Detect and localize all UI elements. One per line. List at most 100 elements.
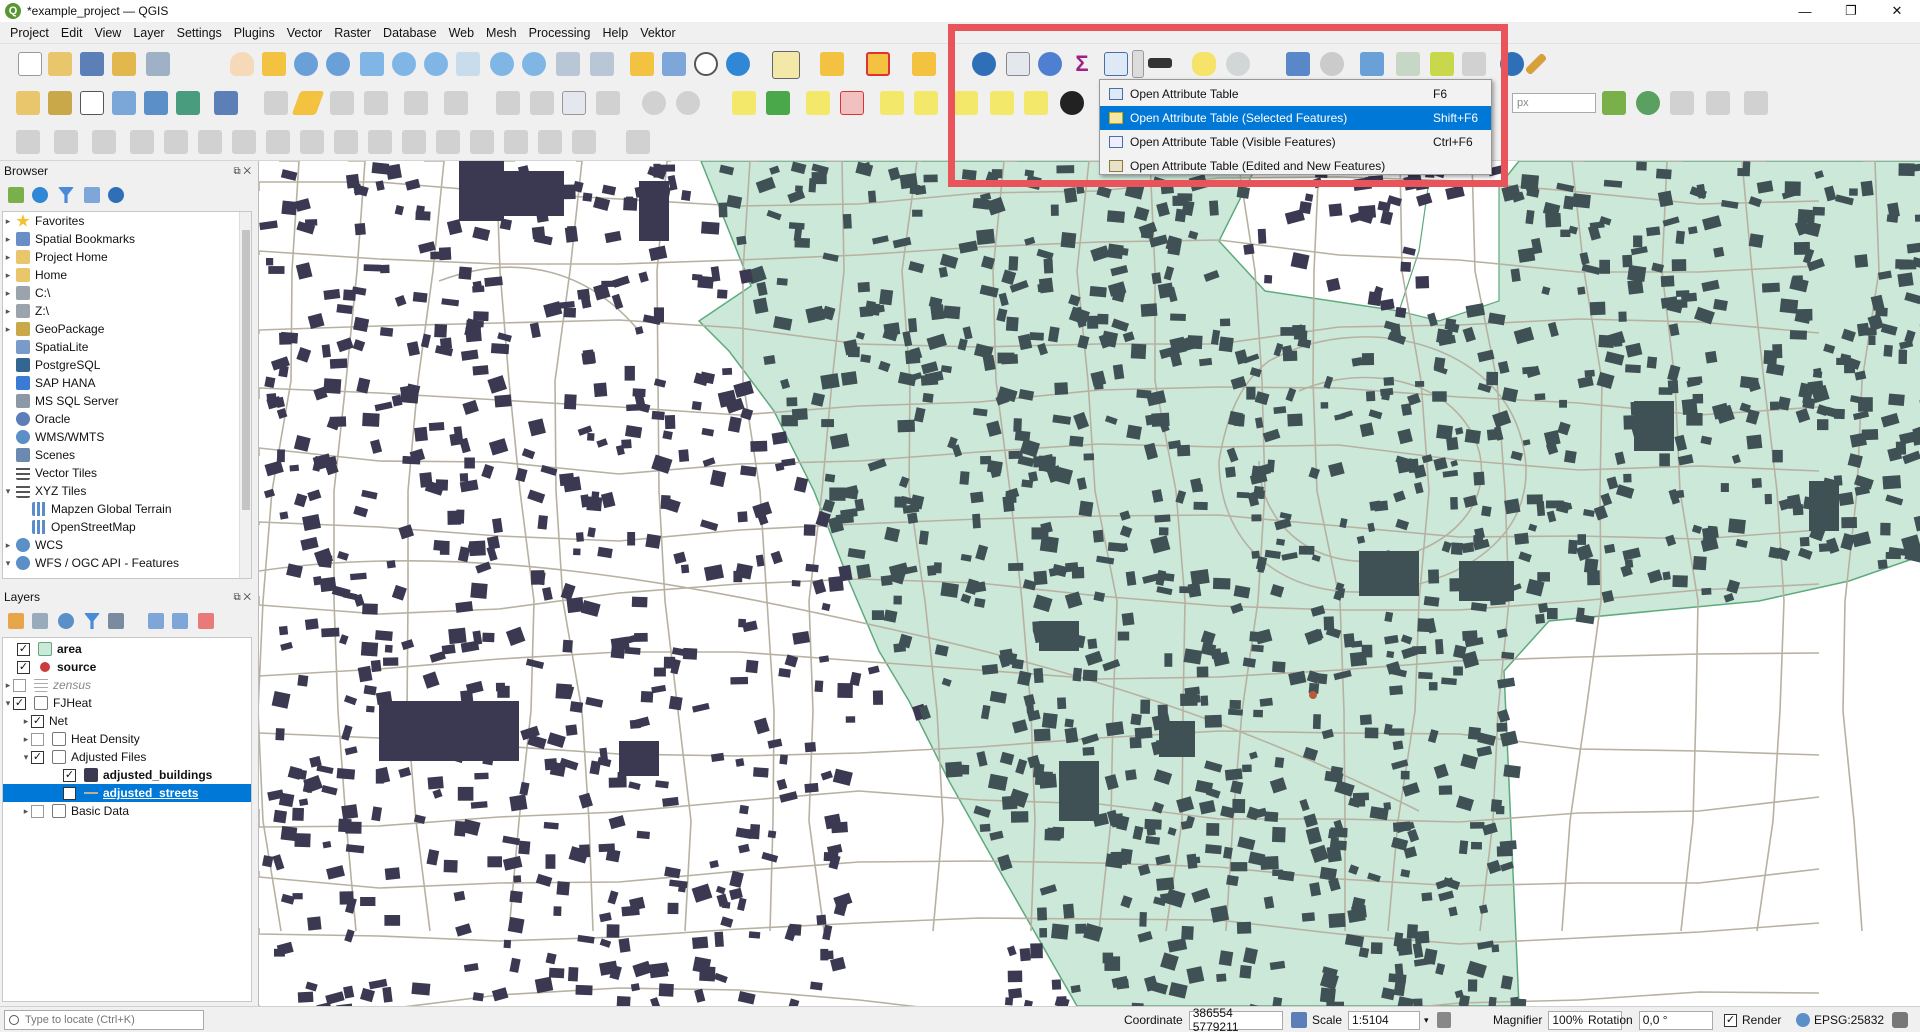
zoom-last-icon[interactable] [490, 52, 514, 76]
layer-source[interactable]: ✓ source [3, 658, 251, 676]
delete-part-icon[interactable] [334, 130, 358, 154]
checkbox[interactable] [31, 804, 44, 818]
cut-features-icon[interactable] [530, 91, 554, 115]
save-edits-icon[interactable] [330, 91, 354, 115]
digitize-icon[interactable] [1396, 52, 1420, 76]
new-3d-map-icon[interactable] [590, 52, 614, 76]
add-feature-icon[interactable] [364, 91, 388, 115]
new-virtual-layer-icon[interactable] [214, 91, 238, 115]
new-temp-layer-icon[interactable] [176, 91, 200, 115]
new-shapefile-icon[interactable] [80, 91, 104, 115]
move-label-icon[interactable] [954, 91, 978, 115]
show-hide-label-icon[interactable] [914, 91, 938, 115]
add-layer-icon[interactable] [8, 187, 24, 203]
temporal-clock-icon[interactable] [694, 52, 718, 76]
menu-plugins[interactable]: Plugins [228, 26, 281, 40]
pan-to-selection-icon[interactable] [262, 52, 286, 76]
browser-item-geopackage[interactable]: ▸ GeoPackage [3, 320, 251, 338]
close-button[interactable]: ✕ [1874, 0, 1920, 22]
menu-vektor[interactable]: Vektor [634, 26, 681, 40]
expression-filter-icon[interactable] [108, 613, 124, 629]
browser-item-z-drive[interactable]: ▸ Z:\ [3, 302, 251, 320]
rotation-field[interactable]: 0,0 ° [1638, 1010, 1713, 1030]
browser-item-xyz-tiles[interactable]: ▾ XYZ Tiles [3, 482, 251, 500]
select-by-value-icon[interactable] [820, 52, 844, 76]
menu-item-open-attribute-table-selected[interactable]: Open Attribute Table (Selected Features)… [1100, 106, 1491, 130]
scale-dropdown-icon[interactable]: ▾ [1424, 1015, 1429, 1026]
zoom-in-icon[interactable] [294, 52, 318, 76]
undo-icon[interactable] [642, 91, 666, 115]
layer-basic-data[interactable]: ▸ Basic Data [3, 802, 251, 820]
menu-item-open-attribute-table-edited[interactable]: Open Attribute Table (Edited and New Fea… [1100, 154, 1491, 178]
delete-ring-icon[interactable] [300, 130, 324, 154]
settings-gear-icon[interactable] [1038, 52, 1062, 76]
select-by-location-icon[interactable] [912, 52, 936, 76]
style-brush-icon[interactable] [8, 613, 24, 629]
add-part-icon[interactable] [232, 130, 256, 154]
browser-item-wcs[interactable]: ▸ WCS [3, 536, 251, 554]
visibility-eye-icon[interactable] [58, 613, 74, 629]
browser-item-mssql[interactable]: MS SQL Server [3, 392, 251, 410]
properties-info-icon[interactable] [108, 187, 124, 203]
browser-item-wfs[interactable]: ▾ WFS / OGC API - Features [3, 554, 251, 572]
layer-adjusted-buildings[interactable]: ✓ adjusted_buildings [3, 766, 251, 784]
zoom-native-icon[interactable] [456, 52, 480, 76]
data-source-manager-icon[interactable] [16, 91, 40, 115]
refresh-icon[interactable] [32, 187, 48, 203]
lock-scale-icon[interactable] [1436, 1012, 1451, 1028]
layer-group-fjheat[interactable]: ▾ ✓ FJHeat [3, 694, 251, 712]
browser-item-c-drive[interactable]: ▸ C:\ [3, 284, 251, 302]
save-project-icon[interactable] [80, 52, 104, 76]
new-spatialite-icon[interactable] [112, 91, 136, 115]
dock-buttons[interactable]: ⧉ ✕ [233, 166, 251, 177]
georeference-icon[interactable] [1286, 52, 1310, 76]
browser-item-osm[interactable]: OpenStreetMap [3, 518, 251, 536]
open-project-icon[interactable] [48, 52, 72, 76]
topology-icon[interactable] [1636, 91, 1660, 115]
tracing-icon[interactable] [1744, 91, 1768, 115]
simplify-feature-icon[interactable] [164, 130, 188, 154]
trace-icon[interactable] [1462, 52, 1486, 76]
toggle-editing-pencil-icon[interactable] [291, 91, 325, 115]
collapse-all-icon[interactable] [84, 187, 100, 203]
menu-layer[interactable]: Layer [127, 26, 170, 40]
delete-selected-icon[interactable] [496, 91, 520, 115]
merge-attributes-icon[interactable] [538, 130, 562, 154]
menu-raster[interactable]: Raster [328, 26, 377, 40]
browser-item-home[interactable]: ▸ Home [3, 266, 251, 284]
self-snapping-icon[interactable] [1670, 91, 1694, 115]
pin-label-icon[interactable] [880, 91, 904, 115]
toggle-extents-icon[interactable] [1290, 1012, 1307, 1028]
plugin-binoculars-icon[interactable] [1060, 91, 1084, 115]
browser-item-scenes[interactable]: Scenes [3, 446, 251, 464]
locator-icon[interactable] [1226, 52, 1250, 76]
map-tips-icon[interactable] [1192, 52, 1216, 76]
maximize-button[interactable]: ❐ [1828, 0, 1874, 22]
label-toolbar-icon[interactable] [732, 91, 756, 115]
bookmark-icon[interactable] [630, 52, 654, 76]
locator-search-input[interactable]: Type to locate (Ctrl+K) [4, 1010, 204, 1030]
menu-edit[interactable]: Edit [55, 26, 89, 40]
menu-item-open-attribute-table[interactable]: Open Attribute Table F6 [1100, 82, 1491, 106]
browser-scrollbar[interactable] [239, 212, 251, 578]
menu-item-open-attribute-table-visible[interactable]: Open Attribute Table (Visible Features) … [1100, 130, 1491, 154]
browser-item-project-home[interactable]: ▸ Project Home [3, 248, 251, 266]
advanced-digitizing-icon[interactable] [16, 130, 40, 154]
browser-item-wms[interactable]: WMS/WMTS [3, 428, 251, 446]
open-attribute-table-icon[interactable] [1104, 52, 1128, 76]
render-checkbox[interactable]: ✓ [1724, 1013, 1737, 1027]
layer-diagram-icon[interactable] [766, 91, 790, 115]
browser-item-oracle[interactable]: Oracle [3, 410, 251, 428]
browser-item-vector-tiles[interactable]: Vector Tiles [3, 464, 251, 482]
browser-item-sap-hana[interactable]: SAP HANA [3, 374, 251, 392]
scale-field[interactable]: 1:5104 [1348, 1010, 1421, 1030]
snapping-icon[interactable] [1602, 91, 1626, 115]
menu-help[interactable]: Help [596, 26, 634, 40]
toolbox-icon[interactable] [1006, 52, 1030, 76]
menu-database[interactable]: Database [377, 26, 443, 40]
statistics-sigma-icon[interactable]: Σ [1070, 52, 1094, 76]
layer-net[interactable]: ▸ ✓ Net [3, 712, 251, 730]
unit-select[interactable]: px [1512, 93, 1596, 113]
layout-manager-icon[interactable] [146, 52, 170, 76]
reverse-line-icon[interactable] [626, 130, 650, 154]
